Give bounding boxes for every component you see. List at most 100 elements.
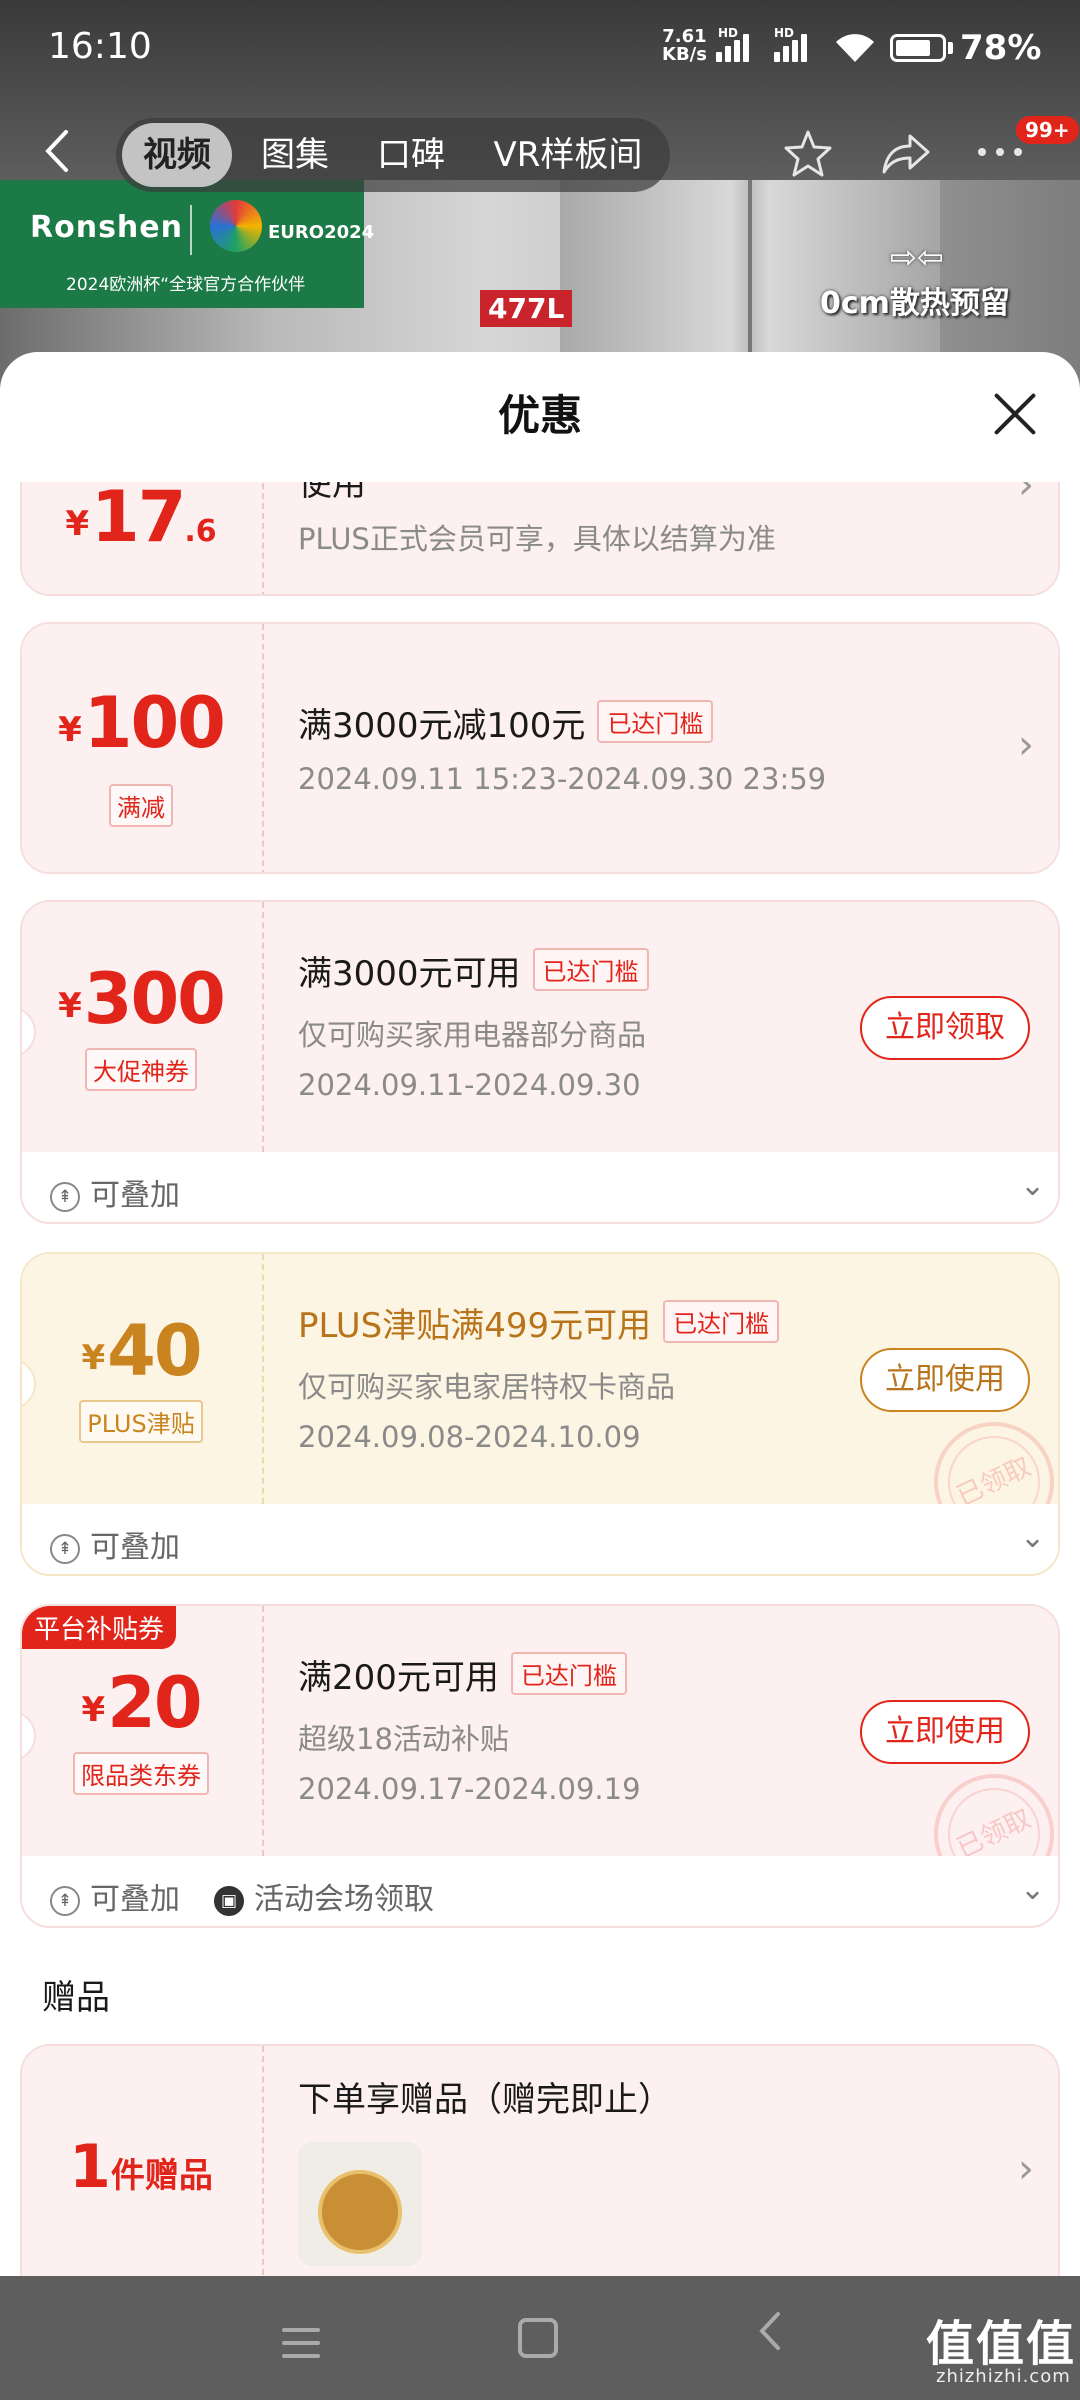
system-back-icon[interactable] [752, 2306, 786, 2367]
chevron-down-icon[interactable]: ⌄ [1020, 1168, 1045, 1203]
tab-video[interactable]: 视频 [122, 123, 232, 187]
gift-thumbnail[interactable] [298, 2142, 422, 2266]
coupon-amount: ¥17.6 [22, 482, 260, 558]
coupon-body: ¥100 满减 满3000元减100元 已达门槛 2024.09.11 15:23… [22, 624, 1058, 872]
share-icon[interactable] [878, 126, 934, 193]
coupon-validity: 2024.09.08-2024.10.09 [298, 1420, 641, 1454]
coupon-body: ¥17.6 使用 PLUS正式会员可享，具体以结算为准 › [22, 482, 1058, 594]
platform-subsidy-tag: 平台补贴券 [22, 1606, 177, 1649]
coupon-card-300[interactable]: ¥300 大促神券 满3000元可用 已达门槛 仅可购买家用电器部分商品 2024… [20, 900, 1060, 1224]
amount-value: 17 [90, 482, 186, 558]
brand-logo: Ronshen [30, 210, 183, 245]
promotions-sheet: 优惠 ¥17.6 使用 PLUS正式会员可享，具体以结算为准 › ¥100 满减… [0, 352, 1080, 2276]
stackable-text: 可叠加 [90, 1882, 180, 1917]
tab-gallery[interactable]: 图集 [240, 118, 350, 192]
coupon-footer[interactable]: ⇞ 可叠加 ⌄ [22, 1152, 1058, 1222]
amount-value: 300 [83, 958, 226, 1040]
coupon-body: ¥40 PLUS津贴 PLUS津贴满499元可用 已达门槛 仅可购买家电家居特权卡… [22, 1254, 1058, 1562]
signal-icon [716, 32, 758, 62]
coupon-amount: ¥20 [22, 1662, 260, 1744]
gift-count-value: 1 [69, 2132, 111, 2202]
stackable-text: 可叠加 [90, 1530, 180, 1565]
coupon-divider [262, 902, 264, 1152]
coupon-scope: 仅可购买家用电器部分商品 [298, 1018, 647, 1052]
coupon-list[interactable]: ¥17.6 使用 PLUS正式会员可享，具体以结算为准 › ¥100 满减 满3… [0, 482, 1080, 2276]
close-icon[interactable] [985, 386, 1045, 446]
currency-symbol: ¥ [65, 504, 89, 544]
signal-icon-2 [774, 32, 816, 62]
venue-claim-text: 活动会场领取 [254, 1882, 434, 1917]
sheet-title: 优惠 [497, 391, 582, 440]
threshold-badge: 已达门槛 [663, 1300, 780, 1343]
chevron-down-icon[interactable]: ⌄ [1020, 1872, 1045, 1907]
coupon-title: 使用 [298, 482, 366, 504]
coupon-card-100[interactable]: ¥100 满减 满3000元减100元 已达门槛 2024.09.11 15:23… [20, 622, 1060, 874]
use-button[interactable]: 立即使用 [860, 1700, 1030, 1764]
coupon-title: PLUS津贴满499元可用 已达门槛 [298, 1298, 780, 1347]
coupon-card-plus-allowance[interactable]: ¥40 PLUS津贴 PLUS津贴满499元可用 已达门槛 仅可购买家电家居特权卡… [20, 1252, 1060, 1576]
coupon-scope: 超级18活动补贴 [298, 1722, 509, 1756]
star-icon[interactable] [780, 126, 836, 193]
coupon-footer[interactable]: ⇞ 可叠加 ⌄ [22, 1504, 1058, 1574]
coupon-body: ¥300 大促神券 满3000元可用 已达门槛 仅可购买家用电器部分商品 2024… [22, 902, 1058, 1152]
coupon-divider [262, 482, 264, 594]
top-nav: 视频 图集 口碑 VR样板间 99+ [0, 112, 1080, 198]
amount-value: 40 [107, 1310, 202, 1392]
stack-icon: ⇞ [50, 1534, 80, 1564]
notification-badge: 99+ [1016, 116, 1079, 144]
amount-value: 20 [107, 1662, 202, 1744]
tab-reviews[interactable]: 口碑 [356, 118, 466, 192]
coupon-divider [262, 1606, 264, 1856]
home-icon[interactable] [518, 2318, 558, 2358]
menu-icon[interactable] [282, 2328, 320, 2367]
coupon-divider [262, 624, 264, 872]
watermark-url: zhizhizhi.com [936, 2366, 1071, 2387]
threshold-badge: 已达门槛 [597, 700, 714, 743]
gift-card[interactable]: 1件赠品 下单享赠品（赠完即止） › [20, 2044, 1060, 2276]
threshold-badge: 已达门槛 [532, 948, 649, 991]
coupon-type-tag: 大促神券 [22, 1048, 260, 1091]
euro-logo-icon [210, 200, 262, 252]
stackable-label: ⇞ 可叠加 [50, 1522, 180, 1566]
coupon-validity: 2024.09.11 15:23-2024.09.30 23:59 [298, 762, 827, 796]
gift-count-unit: 件赠品 [110, 2156, 213, 2196]
coupon-footer[interactable]: ⇞ 可叠加 ▣ 活动会场领取 ⌄ [22, 1856, 1058, 1926]
coupon-type-label: 限品类东券 [73, 1752, 209, 1795]
tab-vr-room[interactable]: VR样板间 [476, 118, 660, 192]
currency-symbol: ¥ [81, 1690, 106, 1730]
coupon-divider [262, 1254, 264, 1504]
battery-icon [890, 34, 946, 62]
coupon-type-label: PLUS津贴 [79, 1400, 203, 1443]
coupon-card-plus-price[interactable]: ¥17.6 使用 PLUS正式会员可享，具体以结算为准 › [20, 482, 1060, 596]
system-nav-bar [0, 2276, 1080, 2400]
gift-section-title: 赠品 [42, 1978, 110, 2018]
coupon-type-tag: PLUS津贴 [22, 1400, 260, 1443]
coupon-title-text: 满3000元减100元 [298, 706, 586, 746]
gift-badge-image [318, 2170, 402, 2254]
stack-icon: ⇞ [50, 1182, 80, 1212]
coupon-validity: 2024.09.17-2024.09.19 [298, 1772, 641, 1806]
chevron-down-icon[interactable]: ⌄ [1020, 1520, 1045, 1555]
use-button[interactable]: 立即使用 [860, 1348, 1030, 1412]
battery-cap [948, 42, 953, 54]
coupon-type-tag: 满减 [22, 784, 260, 827]
coupon-card-20[interactable]: 平台补贴券 ¥20 限品类东券 满200元可用 已达门槛 超级18活动补贴 202… [20, 1604, 1060, 1928]
watermark-logo: 值值值 [926, 2316, 1077, 2372]
back-icon[interactable] [42, 126, 72, 185]
coupon-title-text: PLUS津贴满499元可用 [298, 1306, 652, 1346]
coupon-body: 平台补贴券 ¥20 限品类东券 满200元可用 已达门槛 超级18活动补贴 202… [22, 1606, 1058, 1914]
coupon-title-text: 满200元可用 [298, 1658, 499, 1698]
coupon-divider [262, 2046, 264, 2276]
volume-label: 477L [480, 290, 573, 327]
claim-button[interactable]: 立即领取 [860, 996, 1030, 1060]
stack-icon: ⇞ [50, 1886, 80, 1916]
chevron-right-icon: › [1018, 482, 1034, 508]
coupon-title: 满3000元可用 已达门槛 [298, 946, 649, 995]
coupon-desc: PLUS正式会员可享，具体以结算为准 [298, 522, 776, 556]
euro-badge-text: EURO2024 [268, 222, 375, 243]
gift-title: 下单享赠品（赠完即止） [298, 2080, 672, 2120]
gift-body: 1件赠品 下单享赠品（赠完即止） › [22, 2046, 1058, 2276]
chevron-right-icon: › [1018, 722, 1034, 768]
currency-symbol: ¥ [58, 986, 82, 1026]
heat-note: 0cm散热预留 [820, 286, 1010, 321]
